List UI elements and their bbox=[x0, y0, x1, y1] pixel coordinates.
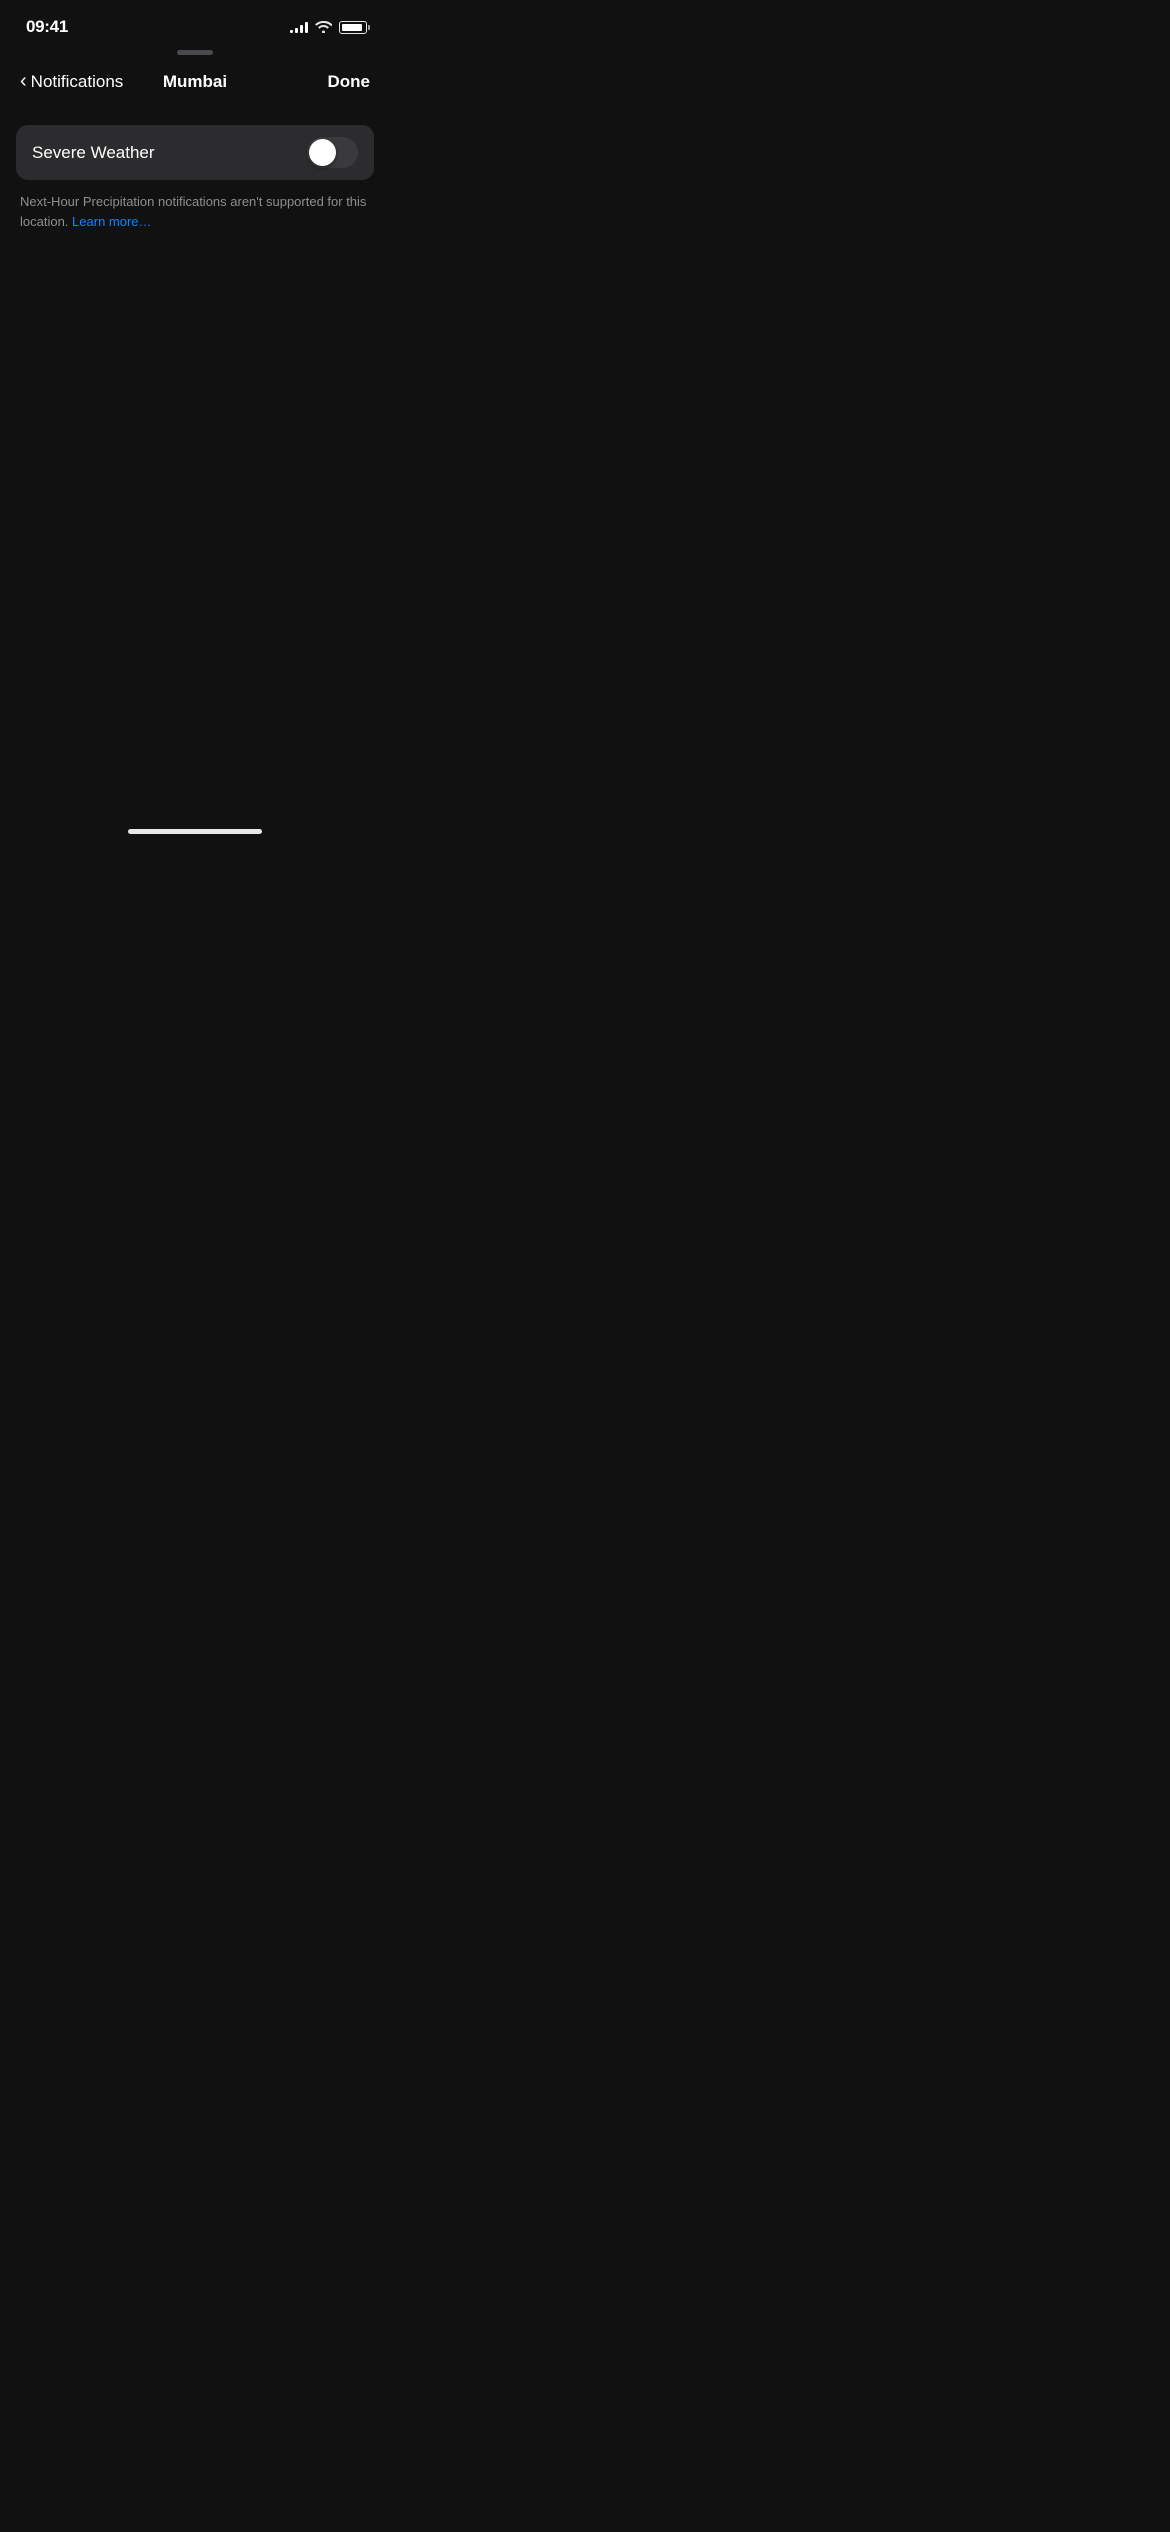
chevron-left-icon: ‹ bbox=[20, 70, 27, 93]
sheet-handle bbox=[177, 50, 213, 55]
learn-more-link[interactable]: Learn more… bbox=[72, 214, 151, 229]
done-button[interactable]: Done bbox=[328, 72, 371, 92]
home-indicator bbox=[128, 829, 262, 834]
signal-bar-4 bbox=[305, 22, 308, 33]
nav-bar: ‹ Notifications Mumbai Done bbox=[0, 63, 390, 105]
signal-icon bbox=[290, 21, 308, 33]
page-title: Mumbai bbox=[163, 72, 227, 92]
status-time: 09:41 bbox=[26, 17, 68, 37]
severe-weather-toggle[interactable] bbox=[307, 137, 358, 168]
signal-bar-3 bbox=[300, 25, 303, 33]
severe-weather-card: Severe Weather bbox=[16, 125, 374, 180]
back-label: Notifications bbox=[31, 72, 124, 92]
battery-icon bbox=[339, 21, 370, 34]
signal-bar-2 bbox=[295, 28, 298, 33]
signal-bar-1 bbox=[290, 30, 293, 33]
status-icons bbox=[290, 21, 370, 34]
content-area: Severe Weather Next-Hour Precipitation n… bbox=[0, 105, 390, 231]
severe-weather-row: Severe Weather bbox=[32, 125, 358, 180]
info-text: Next-Hour Precipitation notifications ar… bbox=[16, 192, 374, 231]
wifi-icon bbox=[315, 21, 332, 33]
severe-weather-label: Severe Weather bbox=[32, 143, 155, 163]
status-bar: 09:41 bbox=[0, 0, 390, 50]
toggle-thumb bbox=[309, 139, 336, 166]
toggle-track bbox=[307, 137, 358, 168]
back-button[interactable]: ‹ Notifications bbox=[20, 71, 123, 93]
